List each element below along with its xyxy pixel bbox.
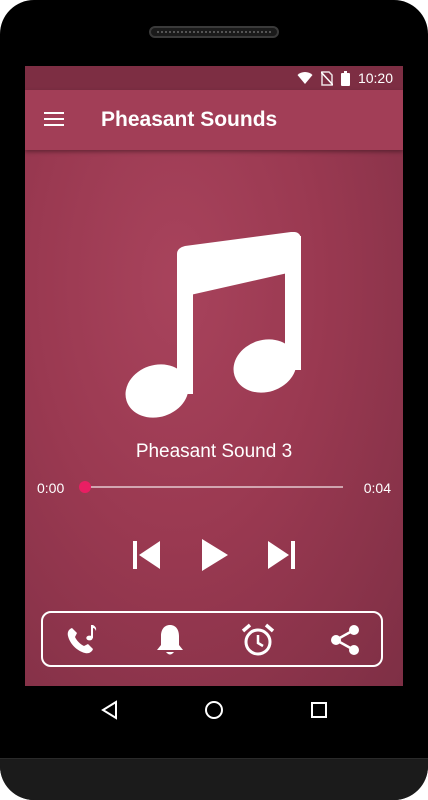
recents-icon [311,702,327,718]
battery-icon [340,70,350,86]
next-icon [268,541,295,569]
track-title: Pheasant Sound 3 [135,441,293,462]
bottom-bezel [0,758,428,800]
ringtone-icon [67,625,97,654]
previous-button[interactable] [126,536,166,574]
no-sim-icon [320,70,333,86]
app-title: Pheasant Sounds [101,108,278,131]
seek-bar[interactable] [79,481,343,493]
back-button[interactable] [98,698,122,722]
action-bar [41,611,383,667]
seek-thumb[interactable] [79,481,91,493]
share-button[interactable] [327,622,363,658]
notification-icon [157,625,183,655]
back-icon [101,700,117,720]
app-bar: Pheasant Sounds [25,90,403,150]
duration-time: 0:04 [363,480,391,496]
menu-icon[interactable] [44,111,66,129]
wifi-icon [297,72,313,84]
set-ringtone-button[interactable] [64,622,100,658]
recents-button[interactable] [307,698,331,722]
earpiece-speaker [149,26,279,38]
music-note-icon [125,232,301,418]
phone-device: 10:20 Pheasant Sounds Pheasant Sound 3 0… [0,0,428,800]
set-alarm-button[interactable] [240,622,276,658]
status-bar: 10:20 [25,66,403,90]
play-button[interactable] [194,536,234,574]
elapsed-time: 0:00 [37,480,65,496]
system-nav-bar [25,686,403,736]
set-notification-button[interactable] [152,622,188,658]
share-icon [331,625,359,655]
play-icon [202,539,228,571]
home-button[interactable] [202,698,226,722]
home-icon [205,701,223,719]
clock: 10:20 [357,70,393,86]
previous-icon [133,541,160,569]
next-button[interactable] [262,536,302,574]
app-screen: 10:20 Pheasant Sounds Pheasant Sound 3 0… [25,66,403,686]
alarm-icon [241,623,275,656]
